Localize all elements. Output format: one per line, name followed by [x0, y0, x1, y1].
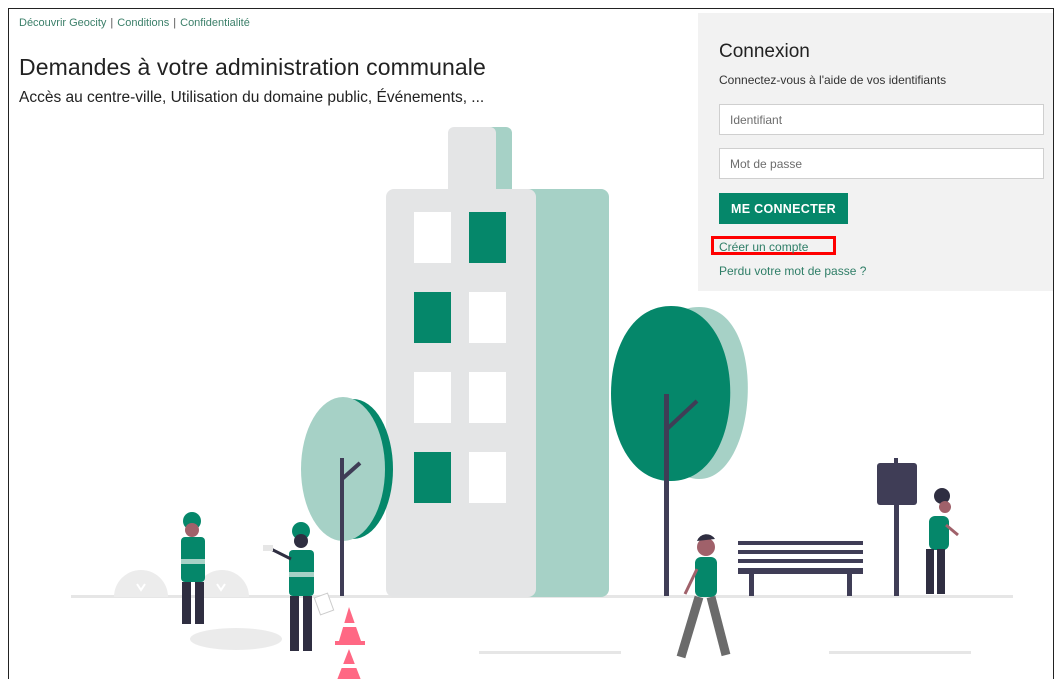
password-field[interactable] [719, 148, 1044, 179]
login-button[interactable]: ME CONNECTER [719, 193, 848, 224]
page-subtitle: Accès au centre-ville, Utilisation du do… [19, 89, 485, 106]
discover-geocity-link[interactable]: Découvrir Geocity [19, 17, 106, 29]
conditions-link[interactable]: Conditions [117, 17, 169, 29]
login-subtitle: Connectez-vous à l'aide de vos identifia… [719, 73, 947, 87]
page-title: Demandes à votre administration communal… [19, 54, 486, 80]
privacy-link[interactable]: Confidentialité [180, 17, 250, 29]
separator: | [173, 17, 177, 29]
forgot-password-link[interactable]: Perdu votre mot de passe ? [719, 264, 866, 278]
top-links: Découvrir Geocity | Conditions | Confidentia… [19, 17, 250, 29]
username-field[interactable] [719, 104, 1044, 135]
login-title: Connexion [719, 41, 810, 62]
page-frame: Découvrir Geocity | Conditions | Confidentia… [8, 8, 1054, 679]
login-panel: Connexion Connectez-vous à l'aide de vos… [698, 13, 1053, 291]
create-account-link[interactable]: Créer un compte [719, 240, 808, 254]
separator: | [110, 17, 114, 29]
